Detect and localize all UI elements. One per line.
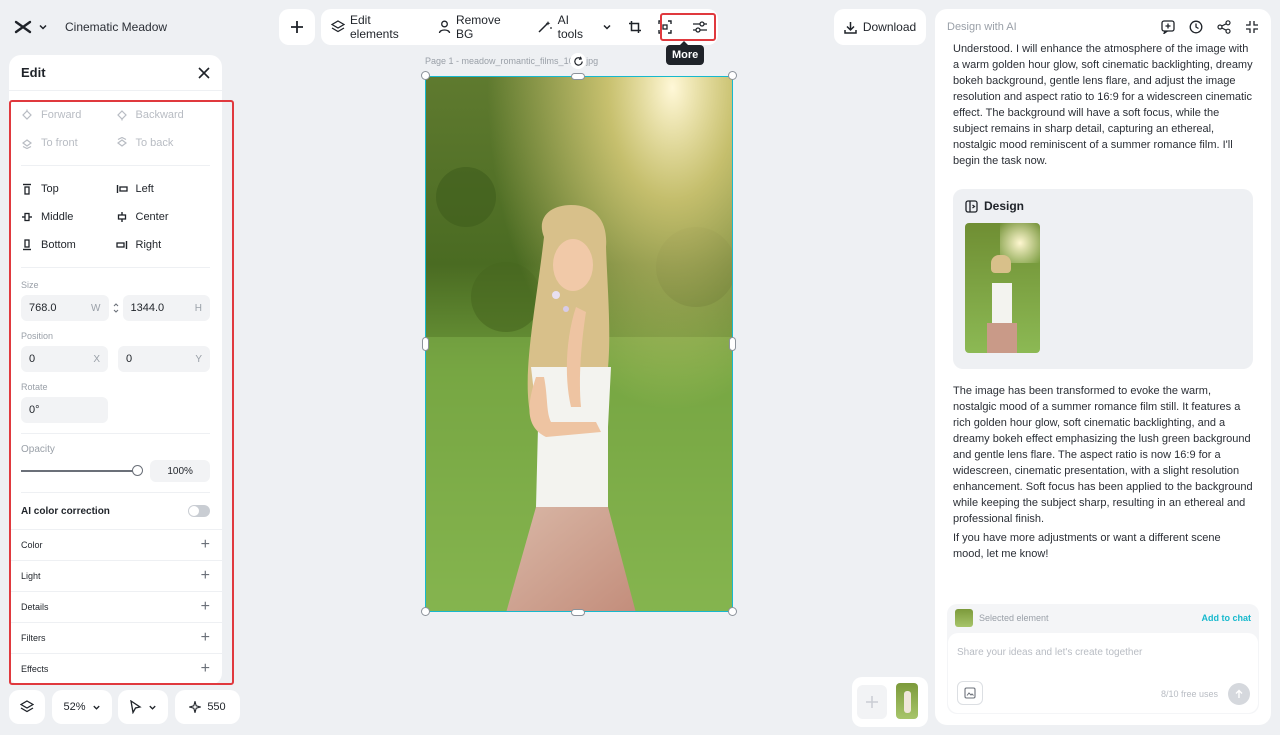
more-highlight-frame (660, 13, 716, 41)
crop-button[interactable] (628, 20, 642, 34)
pointer-tool-select[interactable] (118, 690, 168, 724)
person-icon (438, 20, 451, 34)
selected-element-label: Selected element (979, 613, 1049, 623)
thumbnail-skirt (987, 323, 1017, 353)
ai-message-3: If you have more adjustments or want a d… (953, 532, 1221, 560)
ai-panel-title: Design with AI (947, 21, 1017, 33)
add-page-button[interactable] (857, 685, 887, 719)
resize-handle-left[interactable] (422, 337, 429, 351)
edit-panel-title: Edit (21, 65, 46, 80)
ai-message-1: Understood. I will enhance the atmospher… (953, 43, 1253, 167)
chat-input-box: Selected element Add to chat Share your … (947, 604, 1259, 714)
more-tooltip: More (666, 41, 705, 65)
collapse-icon[interactable] (1245, 20, 1259, 34)
resize-handle-bottom-right[interactable] (728, 607, 737, 616)
crop-icon (628, 20, 642, 34)
rotate-handle[interactable] (570, 53, 586, 69)
sparkle-icon (189, 701, 202, 713)
credits-count: 550 (207, 701, 226, 713)
history-icon[interactable] (1189, 20, 1203, 34)
send-button[interactable] (1228, 683, 1250, 705)
chevron-down-icon (92, 703, 101, 712)
cursor-icon (129, 700, 142, 714)
thumbnail-figure (904, 691, 911, 713)
thumbnail-hair (991, 255, 1011, 273)
design-result-card[interactable]: Design (953, 189, 1253, 369)
chat-input-placeholder[interactable]: Share your ideas and let's create togeth… (957, 647, 1249, 658)
ai-tools-label: AI tools (557, 13, 583, 41)
selected-element-row: Selected element Add to chat (947, 604, 1259, 632)
magic-wand-icon (537, 20, 553, 34)
chevron-down-icon (38, 22, 48, 32)
resize-handle-top[interactable] (571, 73, 585, 80)
design-icon (965, 199, 978, 213)
close-icon[interactable] (198, 66, 210, 79)
plus-icon (865, 695, 879, 709)
chevron-down-icon (602, 22, 612, 32)
ai-tools-button[interactable]: AI tools (537, 13, 612, 41)
new-chat-icon[interactable] (1161, 20, 1175, 34)
image-upload-icon (964, 687, 976, 699)
chat-input-area[interactable]: Share your ideas and let's create togeth… (948, 633, 1258, 713)
edit-elements-label: Edit elements (350, 13, 399, 41)
upload-image-button[interactable] (957, 681, 983, 705)
zoom-select[interactable]: 52% (52, 690, 112, 724)
resize-handle-bottom[interactable] (571, 609, 585, 616)
edit-elements-button[interactable]: Edit elements (331, 13, 422, 41)
resize-handle-right[interactable] (729, 337, 736, 351)
edit-highlight-frame (9, 100, 234, 685)
rotate-icon (573, 56, 584, 67)
chevron-down-icon (148, 703, 157, 712)
logo-icon (14, 20, 32, 34)
layers-icon (331, 20, 345, 34)
layers-icon (20, 700, 34, 714)
download-label: Download (862, 20, 917, 34)
free-uses-counter: 8/10 free uses (1160, 689, 1218, 699)
layers-button[interactable] (9, 690, 45, 724)
add-to-chat-button[interactable]: Add to chat (1202, 613, 1252, 623)
brand-menu[interactable] (14, 14, 48, 40)
zoom-value: 52% (63, 701, 86, 713)
edit-panel-header: Edit (9, 55, 222, 91)
resize-handle-bottom-left[interactable] (421, 607, 430, 616)
message-1-wrap: Understood. I will enhance the atmospher… (935, 41, 1271, 179)
document-title[interactable]: Cinematic Meadow (65, 20, 167, 34)
download-icon (844, 21, 857, 34)
thumbnail-top (992, 283, 1012, 323)
ai-panel-header: Design with AI (935, 9, 1271, 45)
plus-icon (290, 20, 304, 34)
design-thumbnail[interactable] (965, 223, 1040, 353)
download-button[interactable]: Download (834, 9, 926, 45)
share-icon[interactable] (1217, 20, 1231, 34)
resize-handle-top-left[interactable] (421, 71, 430, 80)
design-card-title: Design (984, 199, 1025, 213)
selected-element-thumbnail (955, 609, 973, 627)
meadow-portrait-image (426, 77, 732, 611)
top-toolbar: Edit elements Remove BG AI tools (321, 9, 718, 45)
page-thumbnails (852, 677, 928, 727)
add-button[interactable] (279, 9, 315, 45)
page-1-thumbnail[interactable] (896, 683, 918, 719)
credits-button[interactable]: 550 (175, 690, 240, 724)
arrow-up-icon (1234, 689, 1244, 699)
ai-message-2: The image has been transformed to evoke … (953, 385, 1253, 525)
remove-bg-button[interactable]: Remove BG (438, 13, 521, 41)
resize-handle-top-right[interactable] (728, 71, 737, 80)
remove-bg-label: Remove BG (455, 13, 501, 41)
canvas-image[interactable] (425, 76, 733, 612)
